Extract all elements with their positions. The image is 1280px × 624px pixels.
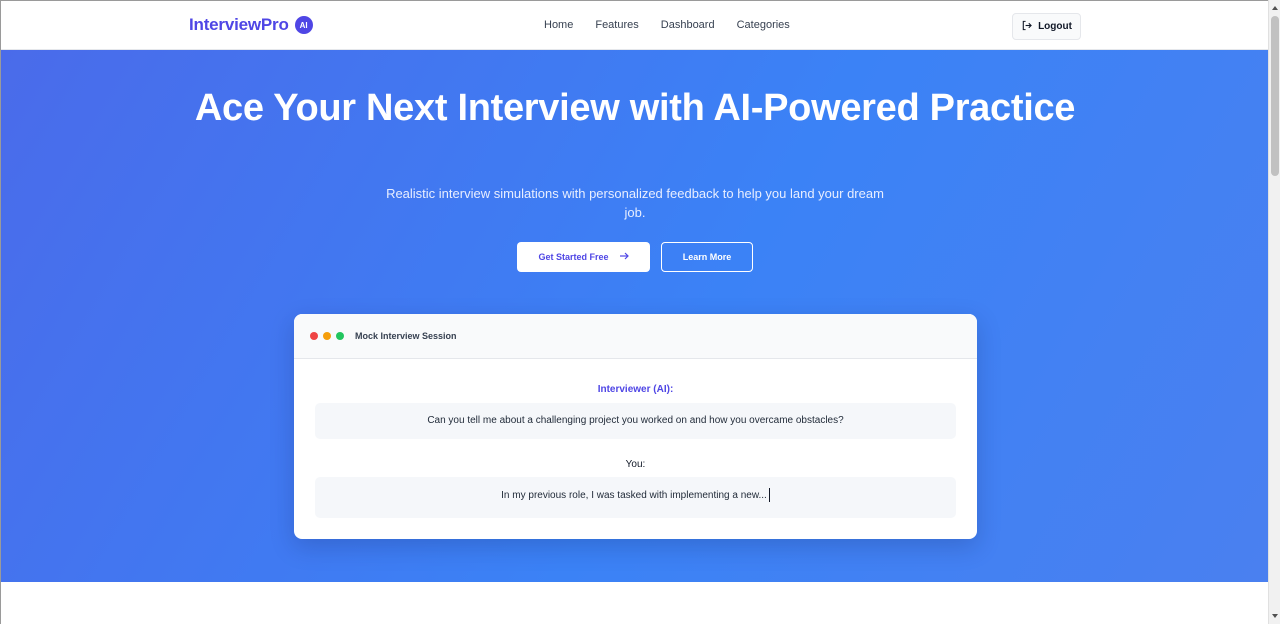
user-message: In my previous role, I was tasked with i… xyxy=(315,477,956,518)
hero-subtitle: Realistic interview simulations with per… xyxy=(386,186,884,220)
window-minimize-dot xyxy=(323,332,331,340)
mock-window-title: Mock Interview Session xyxy=(355,331,457,341)
brand-name: InterviewPro xyxy=(189,15,289,34)
mock-window-header: Mock Interview Session xyxy=(294,314,977,359)
logout-button[interactable]: Logout xyxy=(1012,13,1081,40)
nav-link-dashboard[interactable]: Dashboard xyxy=(661,19,715,31)
window-close-dot xyxy=(310,332,318,340)
logout-icon xyxy=(1021,20,1032,34)
arrow-right-icon xyxy=(619,251,629,263)
navbar: InterviewPro AI Home Features Dashboard … xyxy=(1,1,1268,50)
get-started-label: Get Started Free xyxy=(538,252,609,262)
brand-logo[interactable]: InterviewPro AI xyxy=(189,15,313,35)
typing-caret xyxy=(768,488,770,503)
nav-links: Home Features Dashboard Categories xyxy=(544,19,790,31)
user-message-text: In my previous role, I was tasked with i… xyxy=(501,490,767,501)
learn-more-button[interactable]: Learn More xyxy=(661,242,753,272)
logout-label: Logout xyxy=(1038,21,1072,32)
nav-link-features[interactable]: Features xyxy=(595,19,638,31)
mock-interview-window: Mock Interview Session Interviewer (AI):… xyxy=(294,314,977,539)
scroll-down-arrow-icon[interactable] xyxy=(1271,612,1279,620)
interviewer-message: Can you tell me about a challenging proj… xyxy=(315,403,956,439)
interviewer-message-text: Can you tell me about a challenging proj… xyxy=(427,415,844,426)
window-maximize-dot xyxy=(336,332,344,340)
scroll-up-arrow-icon[interactable] xyxy=(1271,4,1279,12)
get-started-button[interactable]: Get Started Free xyxy=(517,242,650,272)
hero-title: Ace Your Next Interview with AI-Powered … xyxy=(194,87,1076,129)
hero-section: Ace Your Next Interview with AI-Powered … xyxy=(1,50,1268,582)
nav-link-home[interactable]: Home xyxy=(544,19,573,31)
scrollbar-thumb[interactable] xyxy=(1271,16,1279,176)
interviewer-label: Interviewer (AI): xyxy=(597,384,674,395)
nav-link-categories[interactable]: Categories xyxy=(737,19,790,31)
page: InterviewPro AI Home Features Dashboard … xyxy=(0,0,1268,624)
vertical-scrollbar[interactable] xyxy=(1268,0,1280,624)
brand-ai-badge: AI xyxy=(294,16,313,34)
user-label: You: xyxy=(625,459,646,470)
